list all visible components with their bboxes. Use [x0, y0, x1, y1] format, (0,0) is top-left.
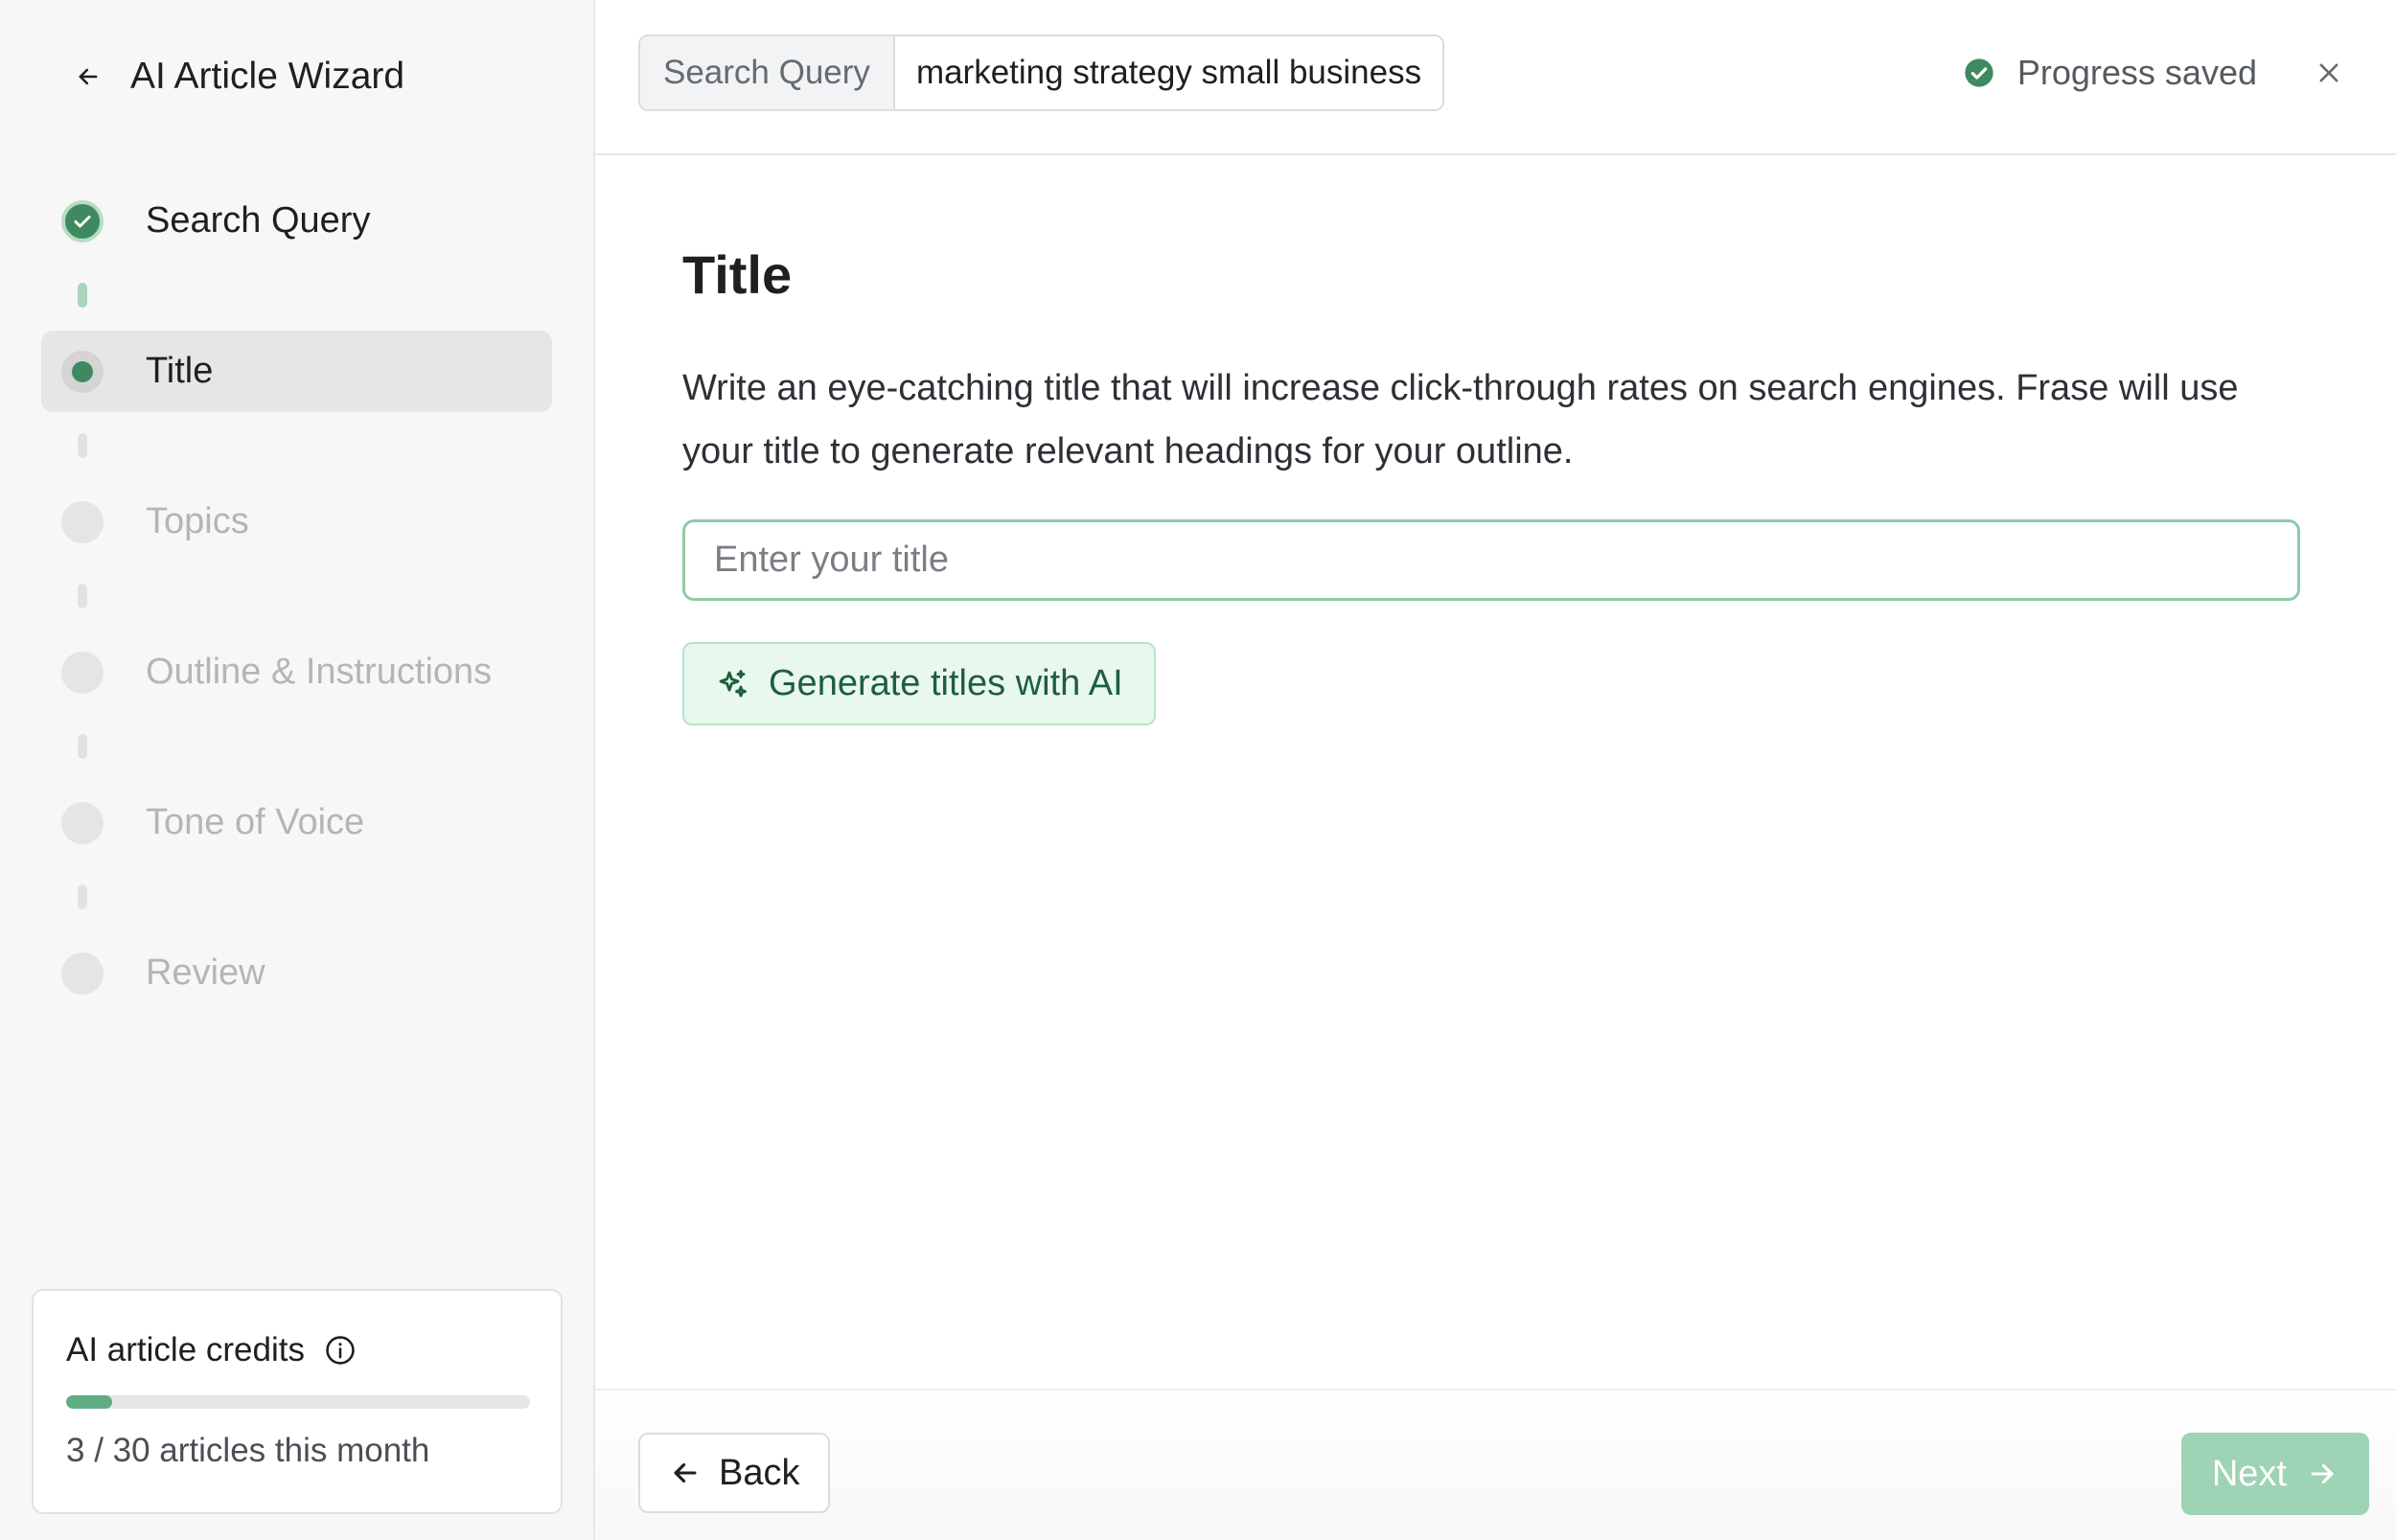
progress-saved-text: Progress saved	[2016, 53, 2257, 92]
current-step-dot-icon	[61, 350, 104, 393]
credits-title-text: AI article credits	[66, 1331, 305, 1368]
step-title[interactable]: Title	[41, 331, 552, 412]
top-bar: Search Query marketing strategy small bu…	[595, 0, 2396, 155]
credits-progress-fill	[66, 1395, 113, 1409]
sparkles-icon	[715, 667, 749, 701]
wizard-header: AI Article Wizard	[69, 54, 404, 100]
credits-title: AI article credits	[66, 1331, 357, 1369]
step-label: Tone of Voice	[146, 802, 365, 842]
step-connector	[78, 584, 87, 609]
check-circle-icon	[1964, 57, 1994, 88]
credits-progress-bar	[66, 1395, 530, 1409]
step-review[interactable]: Review	[41, 932, 552, 1014]
page-title: Title	[682, 244, 793, 305]
next-button[interactable]: Next	[2180, 1433, 2369, 1515]
title-input[interactable]	[682, 519, 2300, 601]
check-circle-icon	[61, 199, 104, 242]
wizard-title: AI Article Wizard	[130, 56, 405, 97]
pending-step-dot-icon	[61, 500, 104, 543]
info-icon[interactable]	[324, 1334, 357, 1367]
arrow-left-icon	[669, 1457, 702, 1489]
step-search-query[interactable]: Search Query	[41, 180, 552, 262]
search-query-label: Search Query	[640, 36, 895, 109]
search-query-value: marketing strategy small business	[894, 36, 1443, 109]
step-connector	[78, 283, 87, 308]
step-label: Outline & Instructions	[146, 652, 493, 692]
ai-credits-card: AI article credits 3 / 30 articles this …	[32, 1289, 563, 1514]
wizard-footer: Back Next	[595, 1389, 2396, 1540]
search-query-chip: Search Query marketing strategy small bu…	[638, 34, 1445, 111]
generate-titles-button[interactable]: Generate titles with AI	[682, 642, 1156, 725]
title-description: Write an eye-catching title that will in…	[682, 368, 2239, 471]
main-content: Title Write an eye-catching title that w…	[595, 155, 2396, 1389]
step-label: Topics	[146, 501, 249, 541]
next-label: Next	[2211, 1453, 2287, 1494]
generate-titles-label: Generate titles with AI	[769, 663, 1123, 703]
step-label: Title	[146, 351, 214, 391]
close-icon[interactable]	[2310, 54, 2348, 92]
step-connector	[78, 734, 87, 759]
progress-saved-status: Progress saved	[1964, 50, 2257, 96]
back-label: Back	[719, 1452, 800, 1493]
step-connector	[78, 433, 87, 458]
step-label: Search Query	[146, 200, 371, 241]
step-tone-of-voice[interactable]: Tone of Voice	[41, 782, 552, 863]
pending-step-dot-icon	[61, 801, 104, 844]
pending-step-dot-icon	[61, 952, 104, 995]
pending-step-dot-icon	[61, 651, 104, 694]
step-topics[interactable]: Topics	[41, 481, 552, 563]
credits-usage-text: 3 / 30 articles this month	[66, 1432, 430, 1469]
step-outline-instructions[interactable]: Outline & Instructions	[41, 632, 552, 713]
back-button[interactable]: Back	[638, 1433, 831, 1513]
arrow-left-icon[interactable]	[69, 57, 107, 96]
step-connector	[78, 885, 87, 909]
arrow-right-icon	[2306, 1458, 2338, 1490]
wizard-sidebar: AI Article Wizard Search Query Title Top…	[0, 0, 595, 1540]
step-label: Review	[146, 953, 265, 993]
